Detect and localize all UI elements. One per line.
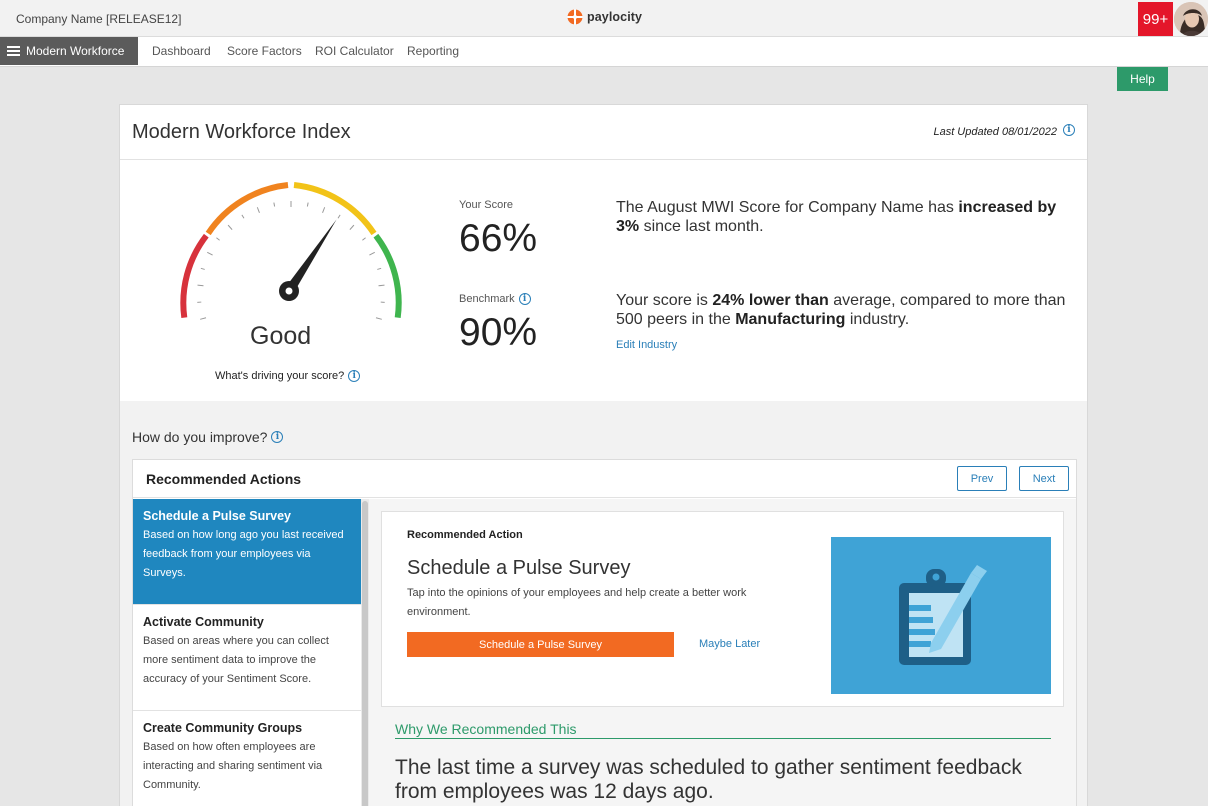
score-change-summary: The August MWI Score for Company Name ha…	[616, 198, 1076, 236]
clipboard-icon	[899, 565, 987, 665]
nav-bar: Modern Workforce Dashboard Score Factors…	[0, 37, 1208, 67]
main-menu-button[interactable]: Modern Workforce	[0, 37, 138, 65]
gauge-tick	[227, 224, 233, 230]
maybe-later-link[interactable]: Maybe Later	[699, 638, 760, 650]
summary-text: Your score is	[616, 292, 713, 309]
next-button[interactable]: Next	[1019, 466, 1069, 491]
card-header: Modern Workforce Index Last Updated 08/0…	[120, 105, 1087, 160]
hamburger-icon	[7, 46, 20, 56]
rec-action-desc: Tap into the opinions of your employees …	[407, 587, 747, 618]
summary-text: since last month.	[639, 218, 764, 235]
nav-roi-calculator[interactable]: ROI Calculator	[315, 44, 394, 58]
list-item-community-groups[interactable]: Create Community Groups Based on how oft…	[133, 711, 361, 806]
gauge-tick	[362, 237, 366, 241]
benchmark-label-group: Benchmark i	[459, 293, 531, 305]
nav-score-factors[interactable]: Score Factors	[227, 44, 302, 58]
list-item-desc: Based on areas where you can collect mor…	[143, 635, 329, 685]
info-icon[interactable]: i	[271, 431, 284, 443]
summary-text: industry.	[845, 311, 910, 328]
user-avatar[interactable]	[1174, 2, 1208, 36]
actions-list: Schedule a Pulse Survey Based on how lon…	[133, 499, 361, 806]
needle-hub-center	[285, 287, 293, 295]
info-icon[interactable]: i	[348, 370, 361, 382]
notifications-badge[interactable]: 99+	[1138, 2, 1173, 36]
industry-name: Manufacturing	[735, 311, 846, 328]
scroll-thumb[interactable]	[362, 501, 368, 806]
score-gauge	[180, 182, 402, 320]
list-item-activate-community[interactable]: Activate Community Based on areas where …	[133, 605, 361, 711]
gauge-segment-green	[373, 233, 402, 319]
survey-illustration	[831, 537, 1051, 694]
driving-score-link[interactable]: What's driving your score? i	[215, 370, 361, 382]
driving-score-text: What's driving your score?	[215, 370, 345, 382]
gauge-tick	[197, 284, 204, 287]
gauge-ticks	[197, 201, 385, 320]
avatar-icon	[1174, 2, 1208, 36]
list-item-desc: Based on how often employees are interac…	[143, 741, 323, 791]
prev-button[interactable]: Prev	[957, 466, 1007, 491]
company-name: Company Name [RELEASE12]	[16, 12, 182, 26]
gauge-tick	[349, 224, 355, 230]
actions-header: Recommended Actions Prev Next	[133, 460, 1076, 498]
improve-heading: How do you improve? i	[132, 429, 284, 445]
recommended-action-box: Recommended Action Schedule a Pulse Surv…	[381, 511, 1064, 707]
list-item-title: Create Community Groups	[143, 721, 303, 735]
gauge-label: Good	[250, 322, 312, 350]
gauge-tick	[322, 207, 326, 214]
gauge-tick	[273, 202, 276, 207]
benchmark-label: Benchmark	[459, 293, 515, 305]
gauge-tick	[306, 202, 309, 207]
gauge-segment-orange	[205, 182, 289, 236]
gauge-tick	[256, 207, 260, 214]
recommended-actions-panel: Recommended Actions Prev Next Schedule a…	[132, 459, 1077, 806]
improve-heading-text: How do you improve?	[132, 429, 268, 445]
rec-action-label: Recommended Action	[407, 529, 523, 541]
gauge-tick	[200, 267, 205, 270]
gauge-tick	[241, 214, 245, 219]
top-bar: Company Name [RELEASE12] paylocity 99+	[0, 0, 1208, 37]
peer-comparison-summary: Your score is 24% lower than average, co…	[616, 291, 1076, 329]
brand-logo: paylocity	[567, 9, 642, 25]
why-heading: Why We Recommended This	[395, 721, 1051, 739]
gauge-tick	[216, 237, 220, 241]
gauge-segment-red	[180, 233, 209, 318]
page-title: Modern Workforce Index	[132, 121, 351, 143]
gauge-tick	[337, 214, 341, 219]
schedule-survey-button[interactable]: Schedule a Pulse Survey	[407, 632, 674, 657]
summary-emphasis: 24% lower than	[712, 292, 829, 309]
gauge-tick	[378, 284, 385, 287]
rec-action-title: Schedule a Pulse Survey	[407, 557, 631, 579]
action-detail: Recommended Action Schedule a Pulse Surv…	[369, 499, 1076, 806]
gauge-tick	[200, 317, 207, 320]
list-item-desc: Based on how long ago you last received …	[143, 529, 344, 579]
info-icon[interactable]: i	[518, 293, 531, 305]
list-item-pulse-survey[interactable]: Schedule a Pulse Survey Based on how lon…	[133, 499, 361, 605]
edit-industry-link[interactable]: Edit Industry	[616, 339, 677, 351]
paylocity-logo-icon	[567, 9, 583, 25]
gauge-segment-yellow	[293, 182, 377, 236]
help-button[interactable]: Help	[1117, 67, 1168, 91]
why-text: The last time a survey was scheduled to …	[395, 756, 1022, 803]
last-updated: Last Updated 08/01/2022	[933, 126, 1057, 138]
actions-title: Recommended Actions	[146, 471, 302, 487]
nav-reporting[interactable]: Reporting	[407, 44, 459, 58]
your-score-label: Your Score	[459, 199, 514, 211]
mwi-card: Modern Workforce Index Last Updated 08/0…	[119, 104, 1088, 806]
nav-dashboard[interactable]: Dashboard	[152, 44, 211, 58]
gauge-tick	[207, 251, 213, 256]
list-scrollbar[interactable]	[361, 499, 369, 806]
brand-name: paylocity	[587, 10, 643, 24]
summary-text: The August MWI Score for Company Name ha…	[616, 199, 959, 216]
gauge-tick	[377, 267, 382, 270]
menu-label: Modern Workforce	[26, 44, 125, 58]
gauge-tick	[369, 251, 375, 256]
list-item-title: Schedule a Pulse Survey	[143, 509, 291, 523]
info-icon[interactable]: i	[1063, 124, 1075, 136]
list-item-title: Activate Community	[143, 615, 264, 629]
benchmark-value: 90%	[459, 311, 538, 354]
gauge-tick	[375, 317, 382, 320]
your-score-value: 66%	[459, 217, 538, 260]
improve-section: How do you improve? i Recommended Action…	[120, 401, 1087, 806]
